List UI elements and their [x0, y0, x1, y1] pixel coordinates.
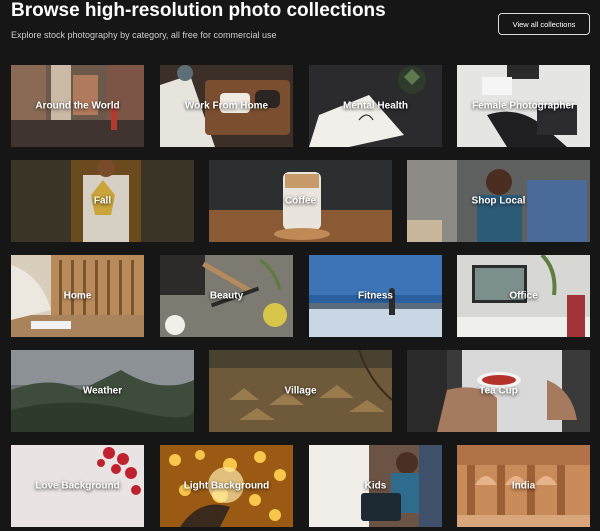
collection-tile-weather[interactable]: Weather [11, 350, 194, 432]
collection-photo [160, 255, 293, 337]
collection-tile-coffee[interactable]: Coffee [209, 160, 392, 242]
collection-photo [457, 255, 590, 337]
collection-photo [160, 445, 293, 527]
collection-photo [11, 445, 144, 527]
collection-tile-tea-cup[interactable]: Tea Cup [407, 350, 590, 432]
collection-tile-village[interactable]: Village [209, 350, 392, 432]
collection-photo [209, 160, 392, 242]
view-all-collections-button[interactable]: View all collections [498, 13, 590, 35]
collection-tile-love-background[interactable]: Love Background [11, 445, 144, 527]
collection-photo [309, 255, 442, 337]
collection-photo [457, 65, 590, 147]
collection-tile-home[interactable]: Home [11, 255, 144, 337]
collection-photo [160, 65, 293, 147]
page-subtitle: Explore stock photography by category, a… [11, 30, 277, 40]
collection-tile-kids[interactable]: Kids [309, 445, 442, 527]
collection-tile-shop-local[interactable]: Shop Local [407, 160, 590, 242]
collection-photo [309, 445, 442, 527]
collection-tile-fall[interactable]: Fall [11, 160, 194, 242]
collection-tile-beauty[interactable]: Beauty [160, 255, 293, 337]
collection-photo [11, 65, 144, 147]
collection-tile-work-from-home[interactable]: Work From Home [160, 65, 293, 147]
collection-photo [209, 350, 392, 432]
collection-tile-female-photographer[interactable]: Female Photographer [457, 65, 590, 147]
collection-photo [11, 160, 194, 242]
collection-photo [407, 350, 590, 432]
collection-tile-fitness[interactable]: Fitness [309, 255, 442, 337]
collection-photo [11, 350, 194, 432]
collection-tile-around-the-world[interactable]: Around the World [11, 65, 144, 147]
collection-photo [407, 160, 590, 242]
collection-tile-mental-health[interactable]: Mental Health [309, 65, 442, 147]
collection-tile-light-background[interactable]: Light Background [160, 445, 293, 527]
collection-photo [309, 65, 442, 147]
collection-tile-india[interactable]: India [457, 445, 590, 527]
collection-photo [457, 445, 590, 527]
collection-tile-office[interactable]: Office [457, 255, 590, 337]
page-title: Browse high-resolution photo collections [11, 0, 386, 21]
collection-photo [11, 255, 144, 337]
